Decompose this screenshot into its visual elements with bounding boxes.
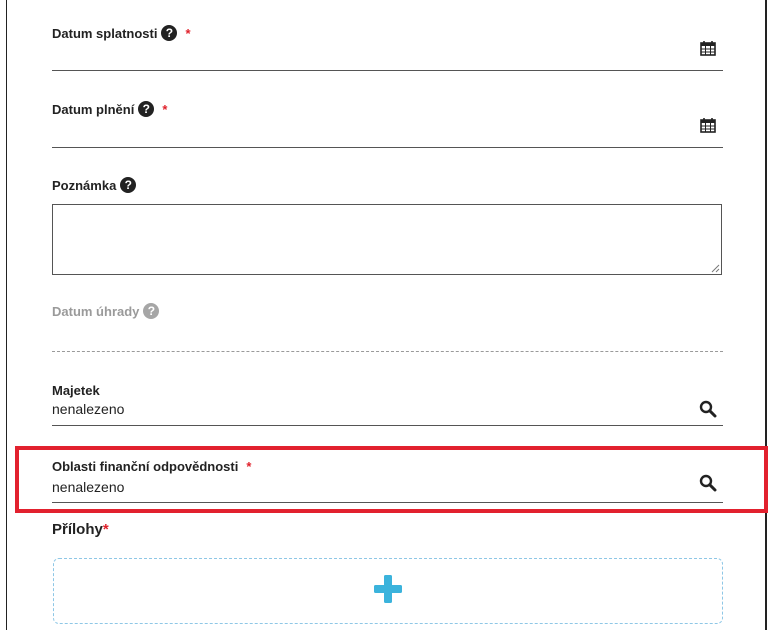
note-label-text: Poznámka (52, 177, 117, 193)
fulfillment-date-label: Datum plnění ? * (52, 101, 167, 117)
due-date-field[interactable] (52, 70, 723, 71)
financial-area-label: Oblasti finanční odpovědnosti * (52, 459, 251, 474)
property-value: nenalezeno (52, 401, 125, 417)
required-mark: * (185, 25, 191, 41)
attachments-title: Přílohy* (52, 521, 109, 538)
financial-area-value: nenalezeno (52, 479, 125, 495)
payment-date-label: Datum úhrady ? (52, 303, 160, 319)
fulfillment-date-label-text: Datum plnění (52, 101, 135, 117)
search-icon[interactable] (699, 400, 717, 418)
search-icon[interactable] (699, 474, 717, 492)
left-frame-border (6, 0, 7, 630)
calendar-icon[interactable] (700, 117, 716, 133)
help-icon[interactable]: ? (138, 101, 155, 117)
note-textarea[interactable] (52, 204, 722, 275)
attachment-dropzone[interactable] (53, 558, 723, 624)
note-label: Poznámka ? (52, 177, 137, 193)
financial-area-label-text: Oblasti finanční odpovědnosti (52, 459, 239, 474)
due-date-label: Datum splatnosti ? * (52, 25, 191, 41)
calendar-icon[interactable] (700, 40, 716, 56)
resize-handle-icon[interactable] (711, 264, 720, 273)
help-icon: ? (143, 303, 160, 319)
plus-icon[interactable] (374, 575, 402, 603)
required-mark: * (162, 101, 168, 117)
financial-area-field[interactable] (52, 502, 723, 503)
fulfillment-date-field[interactable] (52, 147, 723, 148)
help-icon[interactable]: ? (161, 25, 178, 41)
property-label-text: Majetek (52, 383, 100, 398)
attachments-title-text: Přílohy (52, 521, 103, 538)
payment-date-label-text: Datum úhrady (52, 303, 140, 319)
required-mark: * (246, 459, 252, 474)
payment-date-field (52, 351, 723, 352)
property-field[interactable] (52, 425, 723, 426)
property-label: Majetek (52, 383, 100, 398)
help-icon[interactable]: ? (120, 177, 137, 193)
due-date-label-text: Datum splatnosti (52, 25, 158, 41)
right-frame-border (765, 0, 767, 630)
required-mark: * (102, 521, 109, 538)
